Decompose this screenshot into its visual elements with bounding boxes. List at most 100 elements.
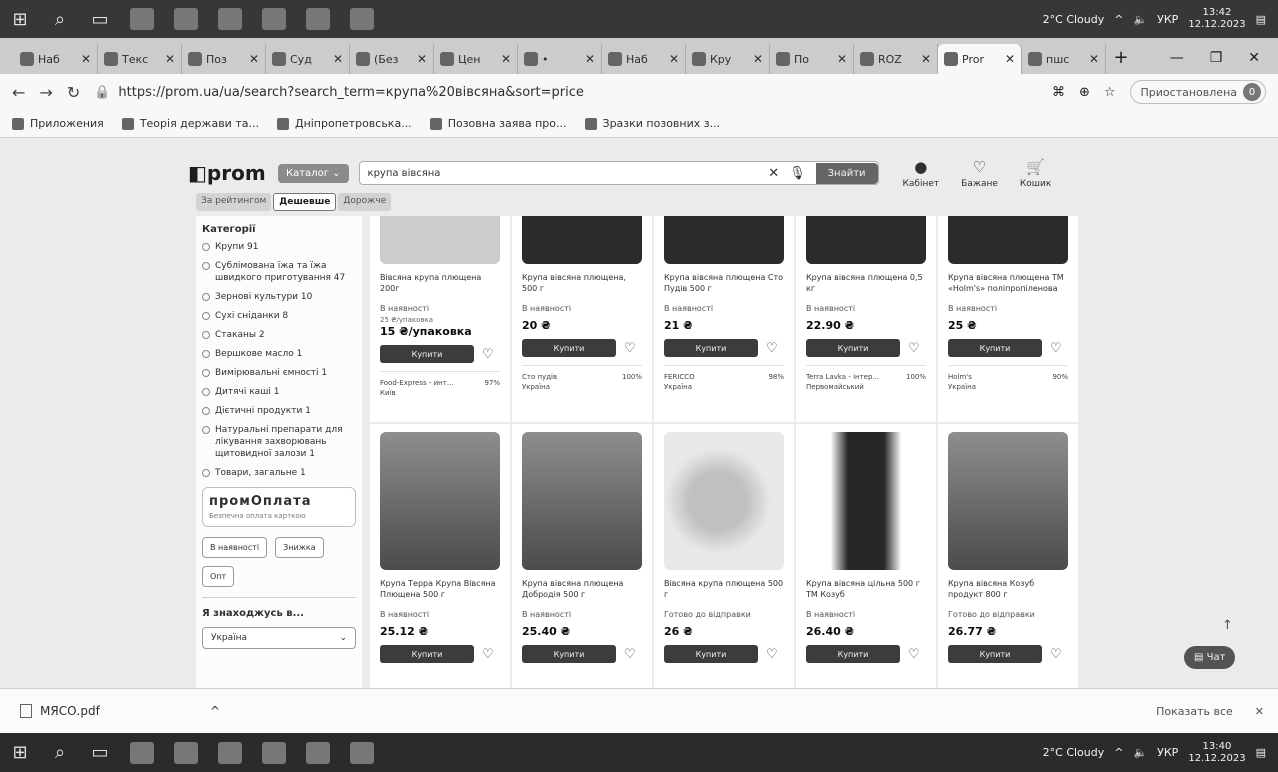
browser-tab[interactable]: пшс ✕ <box>1022 44 1106 74</box>
tab-close-icon[interactable]: ✕ <box>501 52 511 66</box>
taskbar-app-icon[interactable] <box>306 741 330 764</box>
category-item[interactable]: Вершкове масло 1 <box>202 348 356 360</box>
bookmark-item[interactable]: Зразки позовних з... <box>584 117 720 130</box>
address-bar[interactable]: 🔒 https://prom.ua/ua/search?search_term=… <box>94 79 1038 105</box>
microphone-icon[interactable]: 🎙 <box>789 166 806 181</box>
windows-start-icon[interactable]: ⊞ <box>0 734 40 772</box>
seller-info[interactable]: Terra Lavka - інтер... Первомайський 100% <box>806 365 926 392</box>
product-name[interactable]: Крупа вівсяна плющена, 500 г <box>522 272 642 298</box>
category-item[interactable]: Натуральні препарати для лікування захво… <box>202 424 356 460</box>
filter-in-stock[interactable]: В наявності <box>202 537 268 558</box>
product-image[interactable] <box>664 216 784 264</box>
buy-button[interactable]: Купити <box>806 339 900 357</box>
forward-icon[interactable]: → <box>39 83 52 102</box>
tray-arrow-icon[interactable]: ^ <box>1114 746 1123 759</box>
browser-tab[interactable]: (Без ✕ <box>350 44 434 74</box>
product-image[interactable] <box>664 432 784 570</box>
bookmark-item[interactable]: Теорія держави та... <box>121 117 259 130</box>
scroll-top-icon[interactable]: ↑ <box>1222 618 1233 633</box>
translate-icon[interactable]: ⌘ <box>1052 85 1065 100</box>
search-icon[interactable]: ⌕ <box>40 0 80 38</box>
heart-icon[interactable]: ♡ <box>766 341 778 356</box>
heart-icon[interactable]: ♡ <box>766 647 778 662</box>
search-icon[interactable]: ⌕ <box>40 734 80 772</box>
cabinet-button[interactable]: ● Кабінет <box>903 158 940 189</box>
product-name[interactable]: Вівсяна крупа плющена 500 г <box>664 578 784 604</box>
chat-button[interactable]: ▤ Чат <box>1184 646 1236 669</box>
browser-tab[interactable]: Текс ✕ <box>98 44 182 74</box>
buy-button[interactable]: Купити <box>806 645 900 663</box>
heart-icon[interactable]: ♡ <box>1050 341 1062 356</box>
sort-tab-cheaper[interactable]: Дешевше <box>273 193 337 211</box>
buy-button[interactable]: Купити <box>522 339 616 357</box>
language-indicator[interactable]: УКР <box>1157 746 1178 759</box>
product-image[interactable] <box>948 216 1068 264</box>
seller-info[interactable]: Food-Express - инт... Київ 97% <box>380 371 500 398</box>
browser-tab[interactable]: Поз ✕ <box>182 44 266 74</box>
product-image[interactable] <box>380 216 500 264</box>
tab-close-icon[interactable]: ✕ <box>249 52 259 66</box>
tab-close-icon[interactable]: ✕ <box>753 52 763 66</box>
bookmark-item[interactable]: Позовна заява про... <box>429 117 567 130</box>
prom-logo[interactable]: ◧prom <box>188 161 268 185</box>
new-tab-button[interactable]: + <box>1106 47 1136 74</box>
taskbar-app-icon[interactable] <box>130 741 154 764</box>
tray-arrow-icon[interactable]: ^ <box>1114 13 1123 26</box>
task-view-icon[interactable]: ▭ <box>80 0 120 38</box>
product-name[interactable]: Крупа Терра Крупа Вівсяна Плющена 500 г <box>380 578 500 604</box>
close-window-button[interactable]: ✕ <box>1248 50 1260 66</box>
product-name[interactable]: Крупа вівсяна цільна 500 г ТМ Козуб <box>806 578 926 604</box>
taskbar-app-icon[interactable] <box>218 8 242 30</box>
heart-icon[interactable]: ♡ <box>1050 647 1062 662</box>
taskbar-app-icon[interactable] <box>262 8 286 30</box>
tab-close-icon[interactable]: ✕ <box>165 52 175 66</box>
browser-tab[interactable]: Pror ✕ <box>938 44 1022 74</box>
notifications-icon[interactable]: ▤ <box>1256 13 1266 26</box>
tab-close-icon[interactable]: ✕ <box>333 52 343 66</box>
search-button[interactable]: Знайти <box>815 162 878 184</box>
prom-payment-banner[interactable]: промОплата Безпечна оплата карткою <box>202 487 356 527</box>
wishlist-button[interactable]: ♡ Бажане <box>961 158 998 189</box>
maximize-button[interactable]: ❐ <box>1210 50 1223 66</box>
browser-tab[interactable]: Наб ✕ <box>14 44 98 74</box>
bookmark-star-icon[interactable]: ☆ <box>1104 85 1116 100</box>
taskbar-app-icon[interactable] <box>350 741 374 764</box>
product-image[interactable] <box>806 432 926 570</box>
taskbar-app-icon[interactable] <box>130 8 154 30</box>
buy-button[interactable]: Купити <box>380 345 474 363</box>
category-item[interactable]: Стаканы 2 <box>202 329 356 341</box>
browser-tab[interactable]: • ✕ <box>518 44 602 74</box>
search-input[interactable]: крупа вівсяна ✕ 🎙 Знайти <box>358 161 879 185</box>
heart-icon[interactable]: ♡ <box>482 347 494 362</box>
bookmark-item[interactable]: Приложения <box>12 117 104 130</box>
weather-text[interactable]: 2°C Cloudy <box>1043 13 1105 26</box>
buy-button[interactable]: Купити <box>948 339 1042 357</box>
product-name[interactable]: Вівсяна крупа плющена 200г <box>380 272 500 298</box>
buy-button[interactable]: Купити <box>380 645 474 663</box>
tab-close-icon[interactable]: ✕ <box>81 52 91 66</box>
task-view-icon[interactable]: ▭ <box>80 734 120 772</box>
heart-icon[interactable]: ♡ <box>908 341 920 356</box>
browser-tab[interactable]: Суд ✕ <box>266 44 350 74</box>
taskbar-app-icon[interactable] <box>174 741 198 764</box>
language-indicator[interactable]: УКР <box>1157 13 1178 26</box>
reload-icon[interactable]: ↻ <box>67 83 80 102</box>
product-image[interactable] <box>806 216 926 264</box>
browser-tab[interactable]: Наб ✕ <box>602 44 686 74</box>
buy-button[interactable]: Купити <box>522 645 616 663</box>
heart-icon[interactable]: ♡ <box>482 647 494 662</box>
seller-info[interactable]: Holm's Україна 90% <box>948 365 1068 392</box>
download-menu-icon[interactable]: ^ <box>210 704 220 718</box>
category-item[interactable]: Дієтичні продукти 1 <box>202 405 356 417</box>
tab-close-icon[interactable]: ✕ <box>669 52 679 66</box>
category-item[interactable]: Сухі сніданки 8 <box>202 310 356 322</box>
minimize-button[interactable]: — <box>1170 50 1184 66</box>
category-item[interactable]: Вимірювальні ємності 1 <box>202 367 356 379</box>
profile-button[interactable]: Приостановлена 0 <box>1129 80 1266 104</box>
notifications-icon[interactable]: ▤ <box>1256 746 1266 759</box>
bookmark-item[interactable]: Дніпропетровська... <box>276 117 412 130</box>
browser-tab[interactable]: По ✕ <box>770 44 854 74</box>
product-image[interactable] <box>948 432 1068 570</box>
product-image[interactable] <box>522 432 642 570</box>
browser-tab[interactable]: ROZ ✕ <box>854 44 938 74</box>
